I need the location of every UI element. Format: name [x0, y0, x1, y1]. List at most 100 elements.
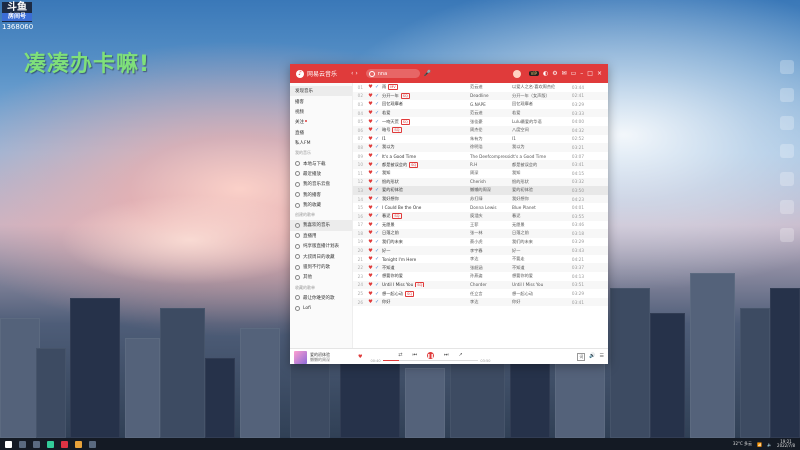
- song-row[interactable]: 13 ♥ ✓ 爱的初体验 懒懒的周深 爱的初体验 03:50: [353, 186, 608, 195]
- song-album[interactable]: 我好想你: [512, 196, 566, 202]
- song-album[interactable]: Until I Miss You: [512, 282, 566, 287]
- heart-icon[interactable]: ♥: [366, 110, 375, 116]
- song-album[interactable]: Blue Planet: [512, 205, 566, 210]
- song-row[interactable]: 07 ♥ ✓ I1 朱有为 I1 02:52: [353, 135, 608, 144]
- song-album[interactable]: It's a Good Time: [512, 154, 566, 159]
- heart-icon[interactable]: ♥: [366, 119, 375, 125]
- song-album[interactable]: 我以为: [512, 144, 566, 150]
- song-artist[interactable]: 王菲: [470, 222, 512, 228]
- song-row[interactable]: 17 ♥ ✓ 无愿景 王菲 无愿景 03:46: [353, 221, 608, 230]
- nav-arrows[interactable]: ‹ ›: [351, 70, 358, 77]
- song-artist[interactable]: 徐明浩: [470, 144, 512, 150]
- song-artist[interactable]: 蔡小虎: [470, 239, 512, 245]
- heart-icon[interactable]: ♥: [366, 299, 375, 305]
- playlist-queue-icon[interactable]: ☰: [600, 353, 604, 361]
- sidebar-item-discover[interactable]: 发现音乐: [290, 86, 352, 97]
- song-row[interactable]: 15 ♥ ✓ I Could Be the One Donna Lewis Blue Pl…: [353, 203, 608, 212]
- song-row[interactable]: 25 ♥ ✓ 想一起心动 SQ 任立言 想一起心动 03:29: [353, 289, 608, 298]
- heart-icon[interactable]: ♥: [366, 265, 375, 271]
- song-row[interactable]: 02 ♥ ✓ 分开一年 SQ Deadline 分开一年（女声版） 02:41: [353, 91, 608, 101]
- song-row[interactable]: 10 ♥ ✓ 都是被误会的 SQ R.H 都是被误会的 03:41: [353, 160, 608, 169]
- heart-icon[interactable]: ♥: [366, 179, 375, 185]
- maximize-icon[interactable]: □: [587, 70, 593, 77]
- progress-bar[interactable]: [382, 360, 479, 361]
- song-album[interactable]: 你好: [512, 299, 566, 305]
- song-album[interactable]: 都是被误会的: [512, 162, 566, 168]
- prev-icon[interactable]: ⏮: [412, 352, 417, 359]
- sidebar-item-collection[interactable]: 我的收藏: [290, 200, 352, 210]
- heart-icon[interactable]: ♥: [366, 84, 375, 90]
- desktop-icon[interactable]: [780, 144, 794, 158]
- heart-icon[interactable]: ♥: [366, 205, 375, 211]
- song-artist[interactable]: 周杰伦: [470, 127, 512, 133]
- desktop-icon[interactable]: [780, 228, 794, 242]
- search-input[interactable]: nna: [365, 69, 420, 78]
- heart-icon[interactable]: ♥: [366, 93, 375, 99]
- song-artist[interactable]: 懒懒的周深: [470, 187, 512, 193]
- song-row[interactable]: 18 ♥ ✓ 日落之前 张一林 日落之前 03:18: [353, 229, 608, 238]
- task-view-icon[interactable]: [33, 440, 40, 448]
- heart-icon[interactable]: ♥: [366, 239, 375, 245]
- song-album[interactable]: 想一起心动: [512, 291, 566, 297]
- song-row[interactable]: 19 ♥ ✓ 我们的未来 蔡小虎 我们的未来 03:29: [353, 238, 608, 247]
- song-row[interactable]: 05 ♥ ✓ 一吻天荒 SQ 张佳豪 Lulu最爱的华语 04:00: [353, 117, 608, 126]
- sidebar-item-cloud[interactable]: 我的音乐云盘: [290, 179, 352, 189]
- song-artist[interactable]: 张韶涵: [470, 265, 512, 271]
- heart-icon[interactable]: ♥: [366, 162, 375, 168]
- playlist-liked[interactable]: 我喜欢的音乐: [290, 220, 352, 231]
- desktop-icon[interactable]: [780, 116, 794, 130]
- song-artist[interactable]: The Deefcompressions: [470, 154, 512, 159]
- playlist-item[interactable]: 最让你难受的歌: [290, 293, 352, 303]
- mic-icon[interactable]: 🎤: [424, 70, 431, 77]
- song-album[interactable]: 回忆观摩者: [512, 101, 566, 107]
- song-artist[interactable]: G.NAPE: [470, 102, 512, 107]
- song-artist[interactable]: Deadline: [470, 93, 512, 98]
- song-artist[interactable]: 朱有为: [470, 136, 512, 142]
- desktop-icon[interactable]: [780, 60, 794, 74]
- song-album[interactable]: 不知道: [512, 265, 566, 271]
- song-album[interactable]: 爱的初体验: [512, 187, 566, 193]
- song-row[interactable]: 01 ♥ ✓ 雨 MV 范云迪 以爱人之名·喜欢周杰伦 03:44: [353, 83, 608, 92]
- heart-icon[interactable]: ♥: [366, 187, 375, 193]
- song-album[interactable]: 我知: [512, 170, 566, 176]
- song-album[interactable]: 以爱人之名·喜欢周杰伦: [512, 84, 566, 90]
- lyric-button[interactable]: 词: [577, 353, 586, 361]
- shuffle-icon[interactable]: ⇄: [398, 352, 402, 359]
- desktop-icon[interactable]: [780, 200, 794, 214]
- song-album[interactable]: I1: [512, 136, 566, 141]
- heart-icon[interactable]: ♥: [366, 170, 375, 176]
- song-row[interactable]: 06 ♥ ✓ 暗号 SQ 周杰伦 八度空间 04:32: [353, 125, 608, 135]
- folder-icon[interactable]: [75, 440, 82, 448]
- desktop-icon[interactable]: [780, 172, 794, 186]
- heart-icon[interactable]: ♥: [366, 291, 375, 297]
- mini-mode-icon[interactable]: ▭: [571, 70, 577, 77]
- minimize-icon[interactable]: –: [580, 70, 583, 77]
- app-icon[interactable]: [89, 440, 96, 448]
- netease-music-icon[interactable]: [61, 440, 68, 448]
- vip-badge[interactable]: VIP: [528, 71, 539, 76]
- playlist-item[interactable]: Lofi: [290, 303, 352, 313]
- sidebar-item-follow[interactable]: 关注: [290, 117, 352, 127]
- network-icon[interactable]: 📶: [757, 442, 762, 447]
- share-icon[interactable]: ↗: [459, 352, 463, 359]
- heart-icon[interactable]: ♥: [366, 144, 375, 150]
- song-artist[interactable]: Chorder: [470, 282, 512, 287]
- song-artist[interactable]: 张一林: [470, 230, 512, 236]
- clock[interactable]: 19:21 2022/7/8: [777, 439, 795, 449]
- speaker-icon[interactable]: 🔈: [767, 442, 772, 447]
- avatar[interactable]: [512, 69, 521, 78]
- song-artist[interactable]: R.H: [470, 162, 512, 167]
- heart-icon[interactable]: ♥: [366, 153, 375, 159]
- song-artist[interactable]: Donna Lewis: [470, 205, 512, 210]
- sidebar-item-local[interactable]: 本地与下载: [290, 158, 352, 168]
- song-album[interactable]: 不要走: [512, 256, 566, 262]
- song-row[interactable]: 20 ♥ ✓ 好一 李宇春 好一 03:43: [353, 246, 608, 255]
- heart-icon[interactable]: ♥: [366, 101, 375, 107]
- heart-icon[interactable]: ♥: [366, 230, 375, 236]
- song-album[interactable]: 若爱: [512, 110, 566, 116]
- heart-icon[interactable]: ♥: [366, 248, 375, 254]
- wechat-icon[interactable]: [47, 440, 54, 448]
- skin-icon[interactable]: ◐: [543, 70, 548, 77]
- song-artist[interactable]: 范云迪: [470, 84, 512, 90]
- song-album[interactable]: 无愿景: [512, 222, 566, 228]
